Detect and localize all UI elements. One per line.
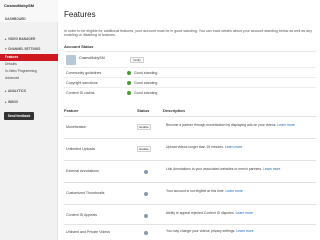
sidebar-item-label: CHANNEL SETTINGS [8,47,41,51]
verify-button[interactable]: Verify [130,57,144,63]
status-label: Copyright sanctions [66,81,98,85]
description-text: Your account is not eligible at this tim… [166,189,225,193]
status-label: Community guidelines [66,71,102,75]
status-row-copyright: Copyright sanctions Good standing [64,77,316,87]
good-standing-icon [127,71,131,75]
status-indicator-icon [144,192,148,196]
learn-more-link[interactable]: Learn more [236,229,253,233]
feature-row-unlisted-private: Unlisted and Private Videos You may chan… [64,224,316,240]
intro-text: In order to be eligible for additional f… [64,29,312,38]
learn-more-link[interactable]: Learn more [263,167,280,171]
feature-description: Become a partner through monetization by… [166,123,314,127]
feature-description: Link Annotations to your associated webs… [166,167,314,171]
main-content: Features In order to be eligible for add… [60,0,320,240]
column-header-status: Status [137,108,150,113]
feature-name: Content ID Appeals [66,213,97,217]
feature-row-unlimited-uploads: Unlimited Uploads Enable Upload videos l… [64,138,316,160]
feature-name: Unlimited Uploads [66,147,96,151]
status-value: Good standing [134,81,158,85]
feature-description: Ability to appeal rejected Content ID di… [166,211,314,215]
status-indicator-icon [144,231,148,235]
sidebar-item-in-video-programming[interactable]: In-Video Programming [0,68,58,75]
sidebar-item-label: ANALYTICS [8,89,26,93]
sidebar-item-dashboard[interactable]: DASHBOARD [0,16,58,23]
sidebar-item-label: DASHBOARD [5,17,26,21]
status-row-community: Community guidelines Good standing [64,67,316,77]
feature-description: Upload videos longer than 15 minutes. Le… [166,145,314,149]
sidebar-item-inbox[interactable]: ▸INBOX [0,99,58,106]
enable-unlimited-uploads-button[interactable]: Enable [137,146,151,152]
column-header-feature: Feature [64,108,79,113]
column-header-description: Description [163,108,186,113]
description-text: Become a partner through monetization by… [166,123,277,127]
sidebar-item-label: Defaults [5,62,17,66]
account-status-title: Account Status [64,44,94,49]
feature-description: You may change your videos' privacy sett… [166,229,314,233]
feature-row-external-annotations: External Annotations Link Annotations to… [64,160,316,182]
sidebar-item-label: Features [5,55,19,59]
description-text: You may change your videos' privacy sett… [166,229,236,233]
feature-row-customized-thumbnails: Customized Thumbnails Your account is no… [64,182,316,204]
description-text: Link Annotations to your associated webs… [166,167,263,171]
sidebar-item-label: In-Video Programming [5,69,37,73]
status-value: Good standing [134,71,158,75]
feature-name: Monetization [66,125,87,129]
feature-name: External Annotations [66,169,99,173]
account-row: CosmoMobySM Verify [64,51,316,67]
feature-name: Customized Thumbnails [66,191,105,195]
good-standing-icon [127,81,131,85]
sidebar-item-label: Advanced [5,76,20,80]
description-text: Upload videos longer than 15 minutes. [166,145,224,149]
sidebar-item-defaults[interactable]: Defaults [0,61,58,68]
sidebar-item-video-manager[interactable]: ▸VIDEO MANAGER [0,36,58,43]
account-name: CosmoMobySM [79,56,105,60]
sidebar: CosmoMobySM DASHBOARD ▸VIDEO MANAGER ▾CH… [0,0,58,240]
feature-row-monetization: Monetization Enable Become a partner thr… [64,116,316,138]
page-title: Features [64,10,96,19]
learn-more-link[interactable]: Learn more [225,145,242,149]
learn-more-link[interactable]: Learn more [225,189,242,193]
sidebar-item-advanced[interactable]: Advanced [0,75,58,82]
avatar [66,55,76,65]
feature-description: Your account is not eligible at this tim… [166,189,314,193]
sidebar-item-analytics[interactable]: ▸ANALYTICS [0,88,58,95]
good-standing-icon [127,91,131,95]
feature-name: Unlisted and Private Videos [66,230,111,234]
description-text: Ability to appeal rejected Content ID di… [166,211,235,215]
sidebar-item-channel-settings[interactable]: ▾CHANNEL SETTINGS [0,46,58,53]
channel-name[interactable]: CosmoMobySM [4,3,34,8]
learn-more-link[interactable]: Learn more [277,123,294,127]
enable-monetization-button[interactable]: Enable [137,124,151,130]
send-feedback-button[interactable]: Send feedback [4,112,34,120]
sidebar-item-label: INBOX [8,100,19,104]
status-indicator-icon [144,170,148,174]
feature-row-content-id-appeals: Content ID Appeals Ability to appeal rej… [64,204,316,226]
status-indicator-icon [144,214,148,218]
learn-more-link[interactable]: Learn more [236,211,253,215]
status-label: Content ID claims [66,91,95,95]
status-row-content-id: Content ID claims Good standing [64,87,316,97]
sidebar-item-label: VIDEO MANAGER [8,37,36,41]
status-value: Good standing [134,91,158,95]
sidebar-item-features[interactable]: Features [0,54,58,61]
